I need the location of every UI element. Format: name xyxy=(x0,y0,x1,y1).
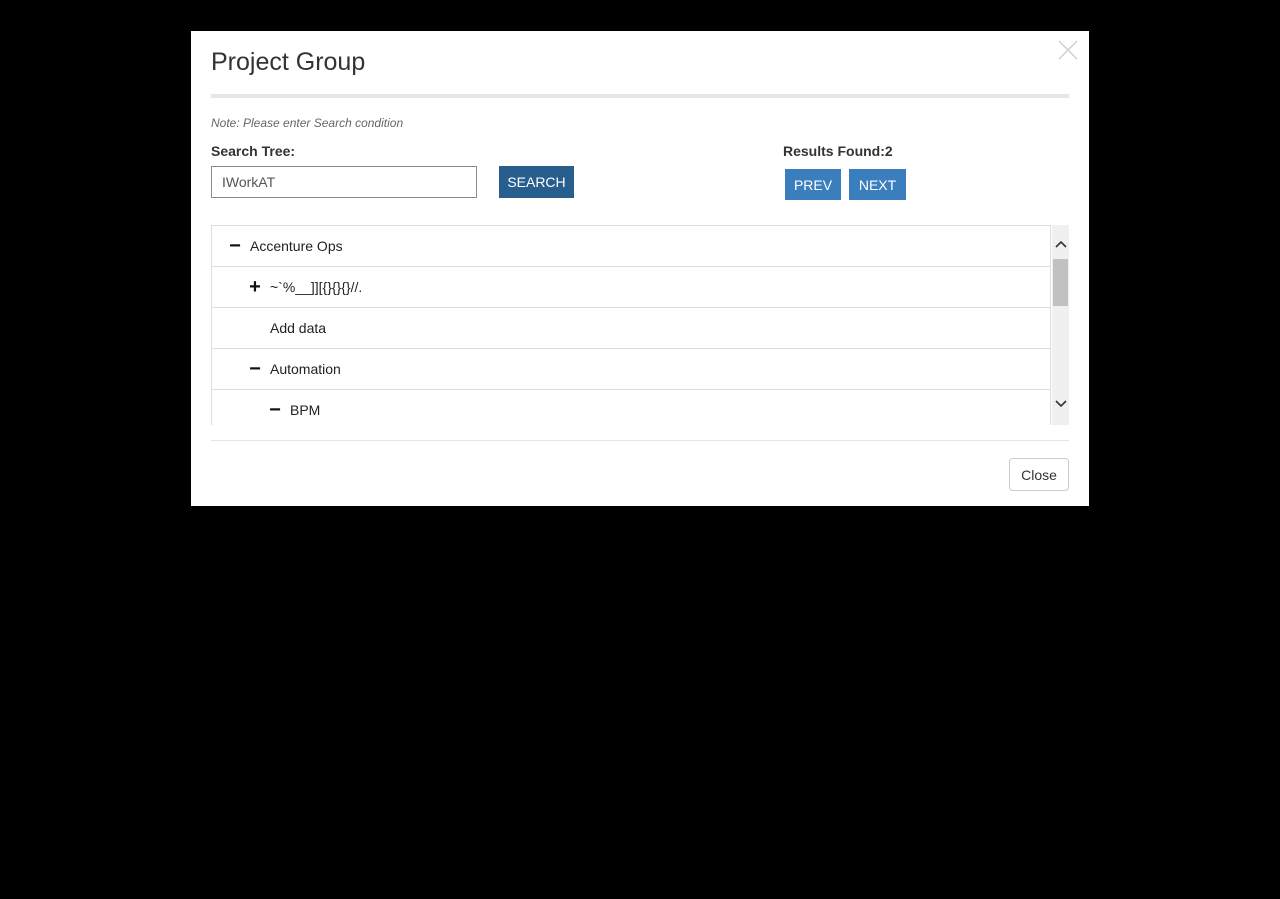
results-found-label: Results Found:2 xyxy=(783,143,893,159)
tree-node-label: Add data xyxy=(270,320,327,336)
footer-divider xyxy=(211,440,1069,441)
close-x-icon[interactable] xyxy=(1057,39,1079,61)
collapse-minus-icon[interactable]: − xyxy=(229,235,241,257)
tree-node[interactable]: − Accenture Ops xyxy=(211,225,1051,266)
scroll-thumb[interactable] xyxy=(1053,259,1068,306)
scroll-down-icon[interactable] xyxy=(1052,395,1069,412)
search-note: Note: Please enter Search condition xyxy=(211,116,404,130)
tree-node[interactable]: + ~`%__]][{}{}{}//. xyxy=(211,266,1051,307)
next-button[interactable]: NEXT xyxy=(849,169,906,200)
collapse-minus-icon[interactable]: − xyxy=(269,399,281,421)
expand-plus-icon[interactable]: + xyxy=(249,276,261,298)
dialog-title: Project Group xyxy=(211,48,366,76)
tree-node-label: Automation xyxy=(270,361,341,377)
search-button[interactable]: SEARCH xyxy=(499,166,574,198)
title-divider xyxy=(211,94,1069,98)
tree-node[interactable]: − Automation xyxy=(211,348,1051,389)
close-button[interactable]: Close xyxy=(1009,458,1069,491)
tree-node[interactable]: Add data xyxy=(211,307,1051,348)
tree-list: − Accenture Ops + ~`%__]][{}{}{}//. Add … xyxy=(211,225,1051,425)
search-tree-input[interactable] xyxy=(211,166,477,198)
project-group-dialog: Project Group Note: Please enter Search … xyxy=(191,31,1089,506)
collapse-minus-icon[interactable]: − xyxy=(249,358,261,380)
scroll-up-icon[interactable] xyxy=(1052,235,1069,252)
tree-node-label: ~`%__]][{}{}{}//. xyxy=(270,279,363,295)
tree-node-label: Accenture Ops xyxy=(250,238,343,254)
search-tree-label: Search Tree: xyxy=(211,143,296,159)
tree-panel: − Accenture Ops + ~`%__]][{}{}{}//. Add … xyxy=(211,225,1069,425)
tree-scrollbar[interactable] xyxy=(1052,225,1069,425)
tree-node[interactable]: − BPM xyxy=(211,389,1051,425)
tree-node-label: BPM xyxy=(290,402,321,418)
prev-button[interactable]: PREV xyxy=(785,169,841,200)
